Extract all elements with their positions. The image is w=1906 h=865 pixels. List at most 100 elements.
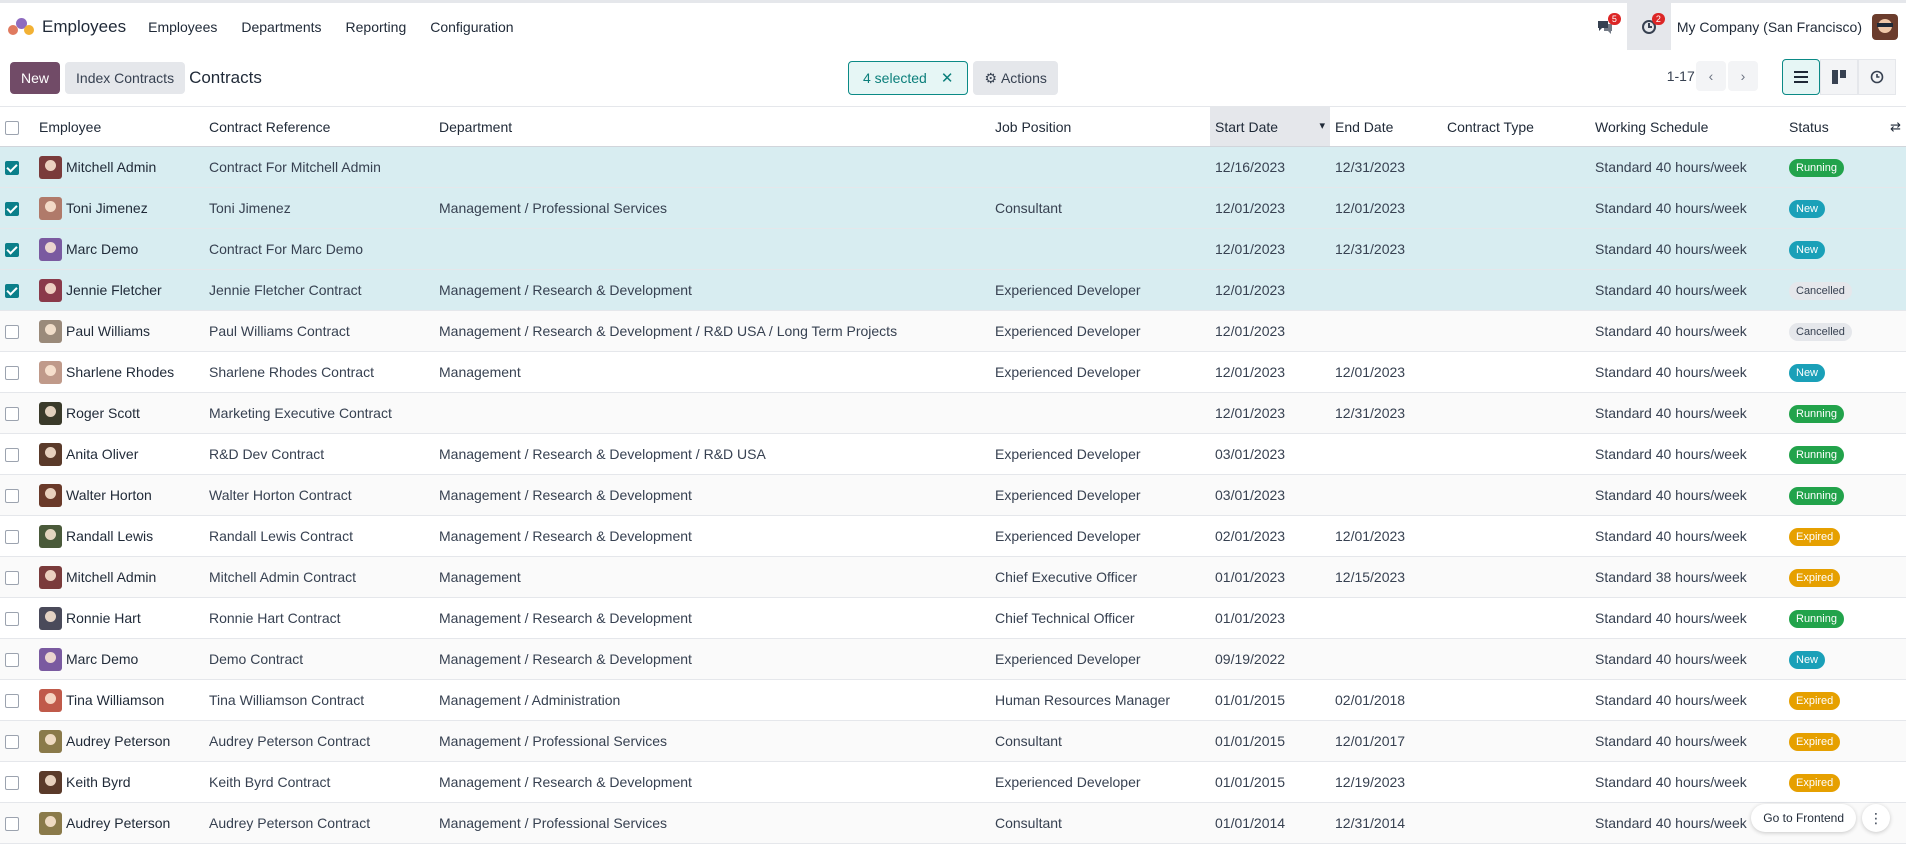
contract-reference-cell[interactable]: Tina Williamson Contract [204, 680, 434, 721]
row-checkbox[interactable] [0, 434, 34, 475]
job-position-cell[interactable]: Experienced Developer [990, 639, 1210, 680]
messages-button[interactable]: 5 [1583, 3, 1627, 50]
selected-count-pill[interactable]: 4 selected ✕ [848, 61, 969, 95]
status-cell[interactable]: Expired [1784, 721, 1906, 762]
contract-type-cell[interactable] [1442, 516, 1590, 557]
contract-type-cell[interactable] [1442, 475, 1590, 516]
row-checkbox[interactable] [0, 598, 34, 639]
job-position-cell[interactable]: Human Resources Manager [990, 680, 1210, 721]
contract-reference-cell[interactable]: Mitchell Admin Contract [204, 557, 434, 598]
table-row[interactable]: Mitchell Admin Mitchell Admin Contract Man… [0, 556, 1906, 598]
end-date-cell[interactable]: 12/01/2023 [1330, 188, 1442, 229]
menu-employees[interactable]: Employees [148, 19, 217, 35]
employee-cell[interactable]: Mitchell Admin [34, 147, 204, 188]
row-checkbox[interactable] [0, 352, 34, 393]
employee-cell[interactable]: Tina Williamson [34, 680, 204, 721]
kanban-view-icon[interactable] [1820, 59, 1858, 95]
row-checkbox[interactable] [0, 680, 34, 721]
column-header-job-position[interactable]: Job Position [990, 107, 1210, 147]
employee-cell[interactable]: Mitchell Admin [34, 557, 204, 598]
status-cell[interactable]: Running [1784, 434, 1906, 475]
table-row[interactable]: Randall Lewis Randall Lewis Contract Manag… [0, 516, 1906, 557]
chevron-right-icon[interactable]: › [1728, 61, 1758, 91]
department-cell[interactable]: Management [434, 352, 990, 393]
working-schedule-cell[interactable]: Standard 40 hours/week [1590, 147, 1784, 188]
actions-button[interactable]: ⚙ Actions [973, 61, 1058, 95]
clear-selection-icon[interactable]: ✕ [941, 69, 954, 87]
start-date-cell[interactable]: 02/01/2023 [1210, 516, 1330, 557]
row-checkbox[interactable] [0, 229, 34, 270]
contract-type-cell[interactable] [1442, 188, 1590, 229]
row-checkbox[interactable] [0, 803, 34, 844]
contract-reference-cell[interactable]: Audrey Peterson Contract [204, 721, 434, 762]
table-row[interactable]: Audrey Peterson Audrey Peterson Contract M… [0, 802, 1906, 844]
status-cell[interactable]: Running [1784, 475, 1906, 516]
column-header-end-date[interactable]: End Date [1330, 107, 1442, 147]
end-date-cell[interactable] [1330, 434, 1442, 475]
working-schedule-cell[interactable]: Standard 40 hours/week [1590, 311, 1784, 352]
contract-type-cell[interactable] [1442, 762, 1590, 803]
job-position-cell[interactable]: Experienced Developer [990, 352, 1210, 393]
job-position-cell[interactable] [990, 393, 1210, 434]
start-date-cell[interactable]: 12/16/2023 [1210, 147, 1330, 188]
department-cell[interactable]: Management / Professional Services [434, 188, 990, 229]
job-position-cell[interactable]: Chief Executive Officer [990, 557, 1210, 598]
status-cell[interactable]: New [1784, 229, 1906, 270]
working-schedule-cell[interactable]: Standard 40 hours/week [1590, 721, 1784, 762]
employee-cell[interactable]: Walter Horton [34, 475, 204, 516]
start-date-cell[interactable]: 09/19/2022 [1210, 639, 1330, 680]
new-button[interactable]: New [10, 62, 61, 94]
contract-type-cell[interactable] [1442, 270, 1590, 311]
department-cell[interactable]: Management / Administration [434, 680, 990, 721]
row-checkbox[interactable] [0, 393, 34, 434]
employee-cell[interactable]: Audrey Peterson [34, 721, 204, 762]
table-row[interactable]: Keith Byrd Keith Byrd Contract Management … [0, 762, 1906, 803]
working-schedule-cell[interactable]: Standard 40 hours/week [1590, 639, 1784, 680]
start-date-cell[interactable]: 01/01/2023 [1210, 557, 1330, 598]
end-date-cell[interactable]: 12/31/2023 [1330, 147, 1442, 188]
status-cell[interactable]: Running [1784, 393, 1906, 434]
table-row[interactable]: Toni Jimenez Toni Jimenez Management / Pro… [0, 187, 1906, 229]
working-schedule-cell[interactable]: Standard 40 hours/week [1590, 352, 1784, 393]
start-date-cell[interactable]: 03/01/2023 [1210, 475, 1330, 516]
job-position-cell[interactable]: Experienced Developer [990, 434, 1210, 475]
working-schedule-cell[interactable]: Standard 40 hours/week [1590, 229, 1784, 270]
start-date-cell[interactable]: 12/01/2023 [1210, 393, 1330, 434]
table-row[interactable]: Roger Scott Marketing Executive Contract 1… [0, 392, 1906, 434]
employee-cell[interactable]: Marc Demo [34, 229, 204, 270]
department-cell[interactable]: Management / Research & Development [434, 475, 990, 516]
status-cell[interactable]: Cancelled [1784, 311, 1906, 352]
start-date-cell[interactable]: 12/01/2023 [1210, 229, 1330, 270]
end-date-cell[interactable]: 02/01/2018 [1330, 680, 1442, 721]
job-position-cell[interactable] [990, 229, 1210, 270]
start-date-cell[interactable]: 01/01/2023 [1210, 598, 1330, 639]
contract-type-cell[interactable] [1442, 393, 1590, 434]
row-checkbox[interactable] [0, 311, 34, 352]
contract-reference-cell[interactable]: Toni Jimenez [204, 188, 434, 229]
table-row[interactable]: Mitchell Admin Contract For Mitchell Admi… [0, 146, 1906, 188]
contract-reference-cell[interactable]: Sharlene Rhodes Contract [204, 352, 434, 393]
end-date-cell[interactable]: 12/01/2017 [1330, 721, 1442, 762]
working-schedule-cell[interactable]: Standard 40 hours/week [1590, 475, 1784, 516]
working-schedule-cell[interactable]: Standard 40 hours/week [1590, 270, 1784, 311]
table-row[interactable]: Tina Williamson Tina Williamson Contract M… [0, 680, 1906, 721]
contract-reference-cell[interactable]: Audrey Peterson Contract [204, 803, 434, 844]
start-date-cell[interactable]: 12/01/2023 [1210, 270, 1330, 311]
status-cell[interactable]: New [1784, 188, 1906, 229]
employee-cell[interactable]: Toni Jimenez [34, 188, 204, 229]
activities-button[interactable]: 2 [1626, 3, 1671, 50]
contract-reference-cell[interactable]: Ronnie Hart Contract [204, 598, 434, 639]
working-schedule-cell[interactable]: Standard 40 hours/week [1590, 188, 1784, 229]
row-checkbox[interactable] [0, 270, 34, 311]
app-title[interactable]: Employees [42, 17, 126, 37]
start-date-cell[interactable]: 01/01/2015 [1210, 762, 1330, 803]
working-schedule-cell[interactable]: Standard 40 hours/week [1590, 762, 1784, 803]
end-date-cell[interactable]: 12/31/2023 [1330, 229, 1442, 270]
column-header-department[interactable]: Department [434, 107, 990, 147]
job-position-cell[interactable]: Chief Technical Officer [990, 598, 1210, 639]
department-cell[interactable] [434, 229, 990, 270]
job-position-cell[interactable]: Experienced Developer [990, 475, 1210, 516]
end-date-cell[interactable] [1330, 270, 1442, 311]
menu-configuration[interactable]: Configuration [430, 19, 513, 35]
menu-reporting[interactable]: Reporting [346, 19, 407, 35]
